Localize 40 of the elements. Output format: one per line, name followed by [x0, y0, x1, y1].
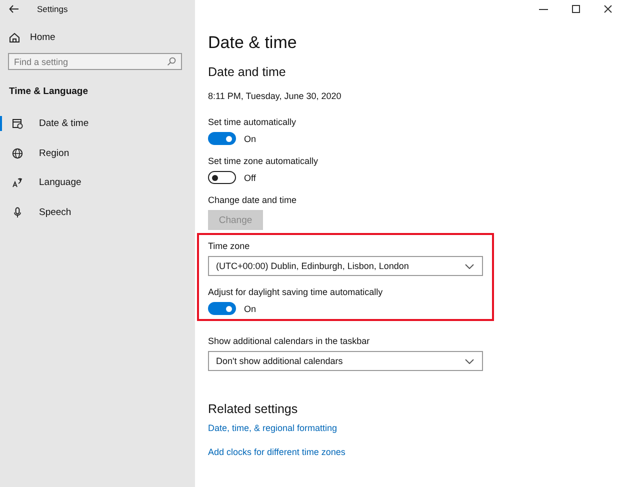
nav-item[interactable]: Speech — [0, 204, 78, 220]
minimize-icon[interactable] — [539, 8, 548, 10]
toggle-switch[interactable] — [208, 302, 236, 315]
settings-link[interactable]: Date, time, & regional formatting — [208, 422, 338, 434]
home-icon — [9, 32, 20, 43]
section-heading: Time & Language — [9, 86, 90, 97]
setting-label: Set time automatically — [208, 116, 298, 128]
back-icon[interactable] — [9, 5, 19, 13]
maximize-icon[interactable] — [572, 5, 580, 13]
settings-link[interactable]: Add clocks for different time zones — [208, 446, 346, 458]
page-title: Date & time — [208, 33, 298, 53]
nav-item[interactable]: Language — [0, 175, 88, 190]
dropdown[interactable]: (UTC+00:00) Dublin, Edinburgh, Lisbon, London — [208, 256, 483, 276]
setting-label: Change date and time — [208, 194, 298, 206]
dropdown[interactable]: Don't show additional calendars — [208, 351, 483, 371]
globe-icon — [12, 148, 23, 158]
toggle-state: Off — [244, 172, 256, 182]
chevron-icon — [465, 264, 474, 268]
language-icon — [12, 177, 23, 188]
window-title: Settings — [37, 4, 68, 14]
setting-label: Show additional calendars in the taskbar — [208, 335, 371, 347]
section-title: Date and time — [208, 64, 287, 80]
toggle-switch[interactable] — [208, 171, 236, 184]
search-icon — [167, 57, 176, 66]
toggle-state: On — [244, 304, 256, 314]
nav-item[interactable]: Date & time — [0, 116, 95, 131]
calendar-icon — [12, 118, 23, 129]
current-time: 8:11 PM, Tuesday, June 30, 2020 — [208, 90, 342, 102]
setting-label: Set time zone automatically — [208, 155, 320, 167]
home-link[interactable]: Home — [9, 32, 56, 43]
setting-label: Time zone — [208, 240, 251, 252]
setting-label: Adjust for daylight saving time automatically — [208, 286, 384, 298]
toggle-switch[interactable] — [208, 132, 236, 145]
chevron-icon — [465, 358, 474, 364]
section-title: Related settings — [208, 401, 299, 417]
nav-item[interactable]: Region — [0, 146, 76, 160]
toggle-state: On — [244, 134, 256, 144]
search-field[interactable]: Find a setting — [8, 53, 182, 70]
microphone-icon — [12, 206, 23, 218]
close-icon[interactable] — [604, 5, 612, 13]
